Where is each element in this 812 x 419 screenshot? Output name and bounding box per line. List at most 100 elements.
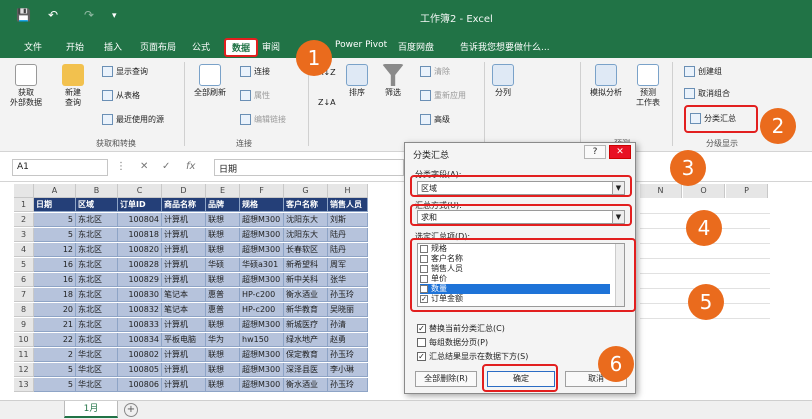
spreadsheet-grid[interactable]: A B C D E F G H 1 日期 区域 订单ID 商品名称 品牌 规格 客户名称 销售人员 2 5 东北区 10…: [14, 184, 400, 400]
customize-qat-icon[interactable]: ▾: [112, 11, 117, 21]
row-header[interactable]: 13: [14, 378, 34, 392]
column-header[interactable]: H: [328, 184, 368, 198]
header-cell[interactable]: 日期: [34, 198, 76, 212]
table-cell[interactable]: 衡水酒业: [284, 378, 328, 392]
reapply-button[interactable]: 重新应用: [420, 90, 466, 101]
column-header[interactable]: E: [206, 184, 240, 198]
table-cell[interactable]: 惠普: [206, 288, 240, 302]
table-cell[interactable]: 东北区: [76, 228, 118, 242]
table-cell[interactable]: 联想: [206, 348, 240, 362]
table-cell[interactable]: 联想: [206, 213, 240, 227]
table-cell[interactable]: 华北区: [76, 363, 118, 377]
table-cell[interactable]: 计算机: [162, 363, 206, 377]
close-button[interactable]: ✕: [609, 145, 631, 159]
table-cell[interactable]: 100818: [118, 228, 162, 242]
table-cell[interactable]: 孙玉玲: [328, 288, 368, 302]
table-cell[interactable]: 华硕: [206, 258, 240, 272]
table-cell[interactable]: 吴晓丽: [328, 303, 368, 317]
table-cell[interactable]: 5: [34, 378, 76, 392]
table-cell[interactable]: 21: [34, 318, 76, 332]
table-cell[interactable]: 孙玉玲: [328, 348, 368, 362]
help-button[interactable]: ?: [584, 145, 606, 159]
from-table-button[interactable]: 从表格: [102, 90, 140, 101]
table-cell[interactable]: 100829: [118, 273, 162, 287]
group-button[interactable]: 创建组: [684, 66, 722, 77]
refresh-all-button[interactable]: 全部刷新: [194, 64, 226, 98]
tab-7[interactable]: Power Pivot: [335, 40, 387, 50]
table-cell[interactable]: 联想: [206, 378, 240, 392]
sort-descending-button[interactable]: Z↓A: [318, 98, 336, 107]
name-box[interactable]: A1: [12, 159, 108, 176]
header-cell[interactable]: 订单ID: [118, 198, 162, 212]
table-cell[interactable]: 5: [34, 228, 76, 242]
table-cell[interactable]: 长春软区: [284, 243, 328, 257]
table-cell[interactable]: 华北区: [76, 378, 118, 392]
row-header[interactable]: 12: [14, 363, 34, 377]
table-cell[interactable]: 联想: [206, 273, 240, 287]
table-cell[interactable]: 计算机: [162, 258, 206, 272]
show-query-button[interactable]: 显示查询: [102, 66, 148, 77]
table-cell[interactable]: 16: [34, 273, 76, 287]
redo-icon[interactable]: ↷: [84, 8, 94, 22]
table-cell[interactable]: 联想: [206, 243, 240, 257]
clear-button[interactable]: 清除: [420, 66, 450, 77]
column-header[interactable]: G: [284, 184, 328, 198]
table-cell[interactable]: 超想M300: [240, 273, 284, 287]
properties-button[interactable]: 属性: [240, 90, 270, 101]
replace-current-option[interactable]: ✓ 替换当前分类汇总(C): [417, 323, 505, 334]
table-cell[interactable]: 12: [34, 243, 76, 257]
what-if-button[interactable]: 模拟分析: [590, 64, 622, 98]
tab-2[interactable]: 插入: [104, 40, 122, 53]
table-cell[interactable]: 笔记本: [162, 303, 206, 317]
table-cell[interactable]: 保定教育: [284, 348, 328, 362]
table-cell[interactable]: 赵勇: [328, 333, 368, 347]
header-cell[interactable]: 品牌: [206, 198, 240, 212]
formula-input[interactable]: 日期: [214, 159, 404, 176]
table-cell[interactable]: 超想M300: [240, 318, 284, 332]
row-header[interactable]: 10: [14, 333, 34, 347]
column-header[interactable]: B: [76, 184, 118, 198]
column-header[interactable]: F: [240, 184, 284, 198]
connections-button[interactable]: 连接: [240, 66, 270, 77]
table-cell[interactable]: 东北区: [76, 243, 118, 257]
column-header[interactable]: O: [683, 184, 725, 198]
tab-4[interactable]: 公式: [192, 40, 210, 53]
new-query-button[interactable]: 新建 查询: [62, 64, 84, 108]
table-cell[interactable]: 20: [34, 303, 76, 317]
undo-icon[interactable]: ↶: [48, 8, 58, 22]
row-header[interactable]: 11: [14, 348, 34, 362]
table-cell[interactable]: 东北区: [76, 288, 118, 302]
table-cell[interactable]: 孙玉玲: [328, 378, 368, 392]
advanced-button[interactable]: 高级: [420, 114, 450, 125]
table-cell[interactable]: 超想M300: [240, 348, 284, 362]
row-header[interactable]: 5: [14, 258, 34, 272]
recent-sources-button[interactable]: 最近使用的源: [102, 114, 164, 125]
table-cell[interactable]: 东北区: [76, 318, 118, 332]
get-external-data-button[interactable]: 获取 外部数据: [10, 64, 42, 108]
table-cell[interactable]: 100830: [118, 288, 162, 302]
page-break-option[interactable]: 每组数据分页(P): [417, 337, 488, 348]
edit-links-button[interactable]: 编辑链接: [240, 114, 286, 125]
table-cell[interactable]: 100805: [118, 363, 162, 377]
filter-button[interactable]: 筛选: [382, 64, 404, 98]
select-all-corner[interactable]: [14, 184, 34, 198]
table-cell[interactable]: 孙清: [328, 318, 368, 332]
column-header[interactable]: N: [640, 184, 682, 198]
table-cell[interactable]: 刘斯: [328, 213, 368, 227]
table-cell[interactable]: 东北区: [76, 213, 118, 227]
table-cell[interactable]: 联想: [206, 363, 240, 377]
table-cell[interactable]: 16: [34, 258, 76, 272]
tab-3[interactable]: 页面布局: [140, 40, 176, 53]
sort-button[interactable]: 排序: [346, 64, 368, 98]
column-header[interactable]: D: [162, 184, 206, 198]
row-header[interactable]: 1: [14, 198, 34, 212]
table-cell[interactable]: HP-c200: [240, 303, 284, 317]
table-cell[interactable]: 联想: [206, 228, 240, 242]
table-cell[interactable]: 东北区: [76, 303, 118, 317]
table-cell[interactable]: 华北区: [76, 348, 118, 362]
table-cell[interactable]: 绿水地产: [284, 333, 328, 347]
row-header[interactable]: 7: [14, 288, 34, 302]
table-cell[interactable]: 2: [34, 348, 76, 362]
table-cell[interactable]: 超想M300: [240, 378, 284, 392]
table-cell[interactable]: 笔记本: [162, 288, 206, 302]
